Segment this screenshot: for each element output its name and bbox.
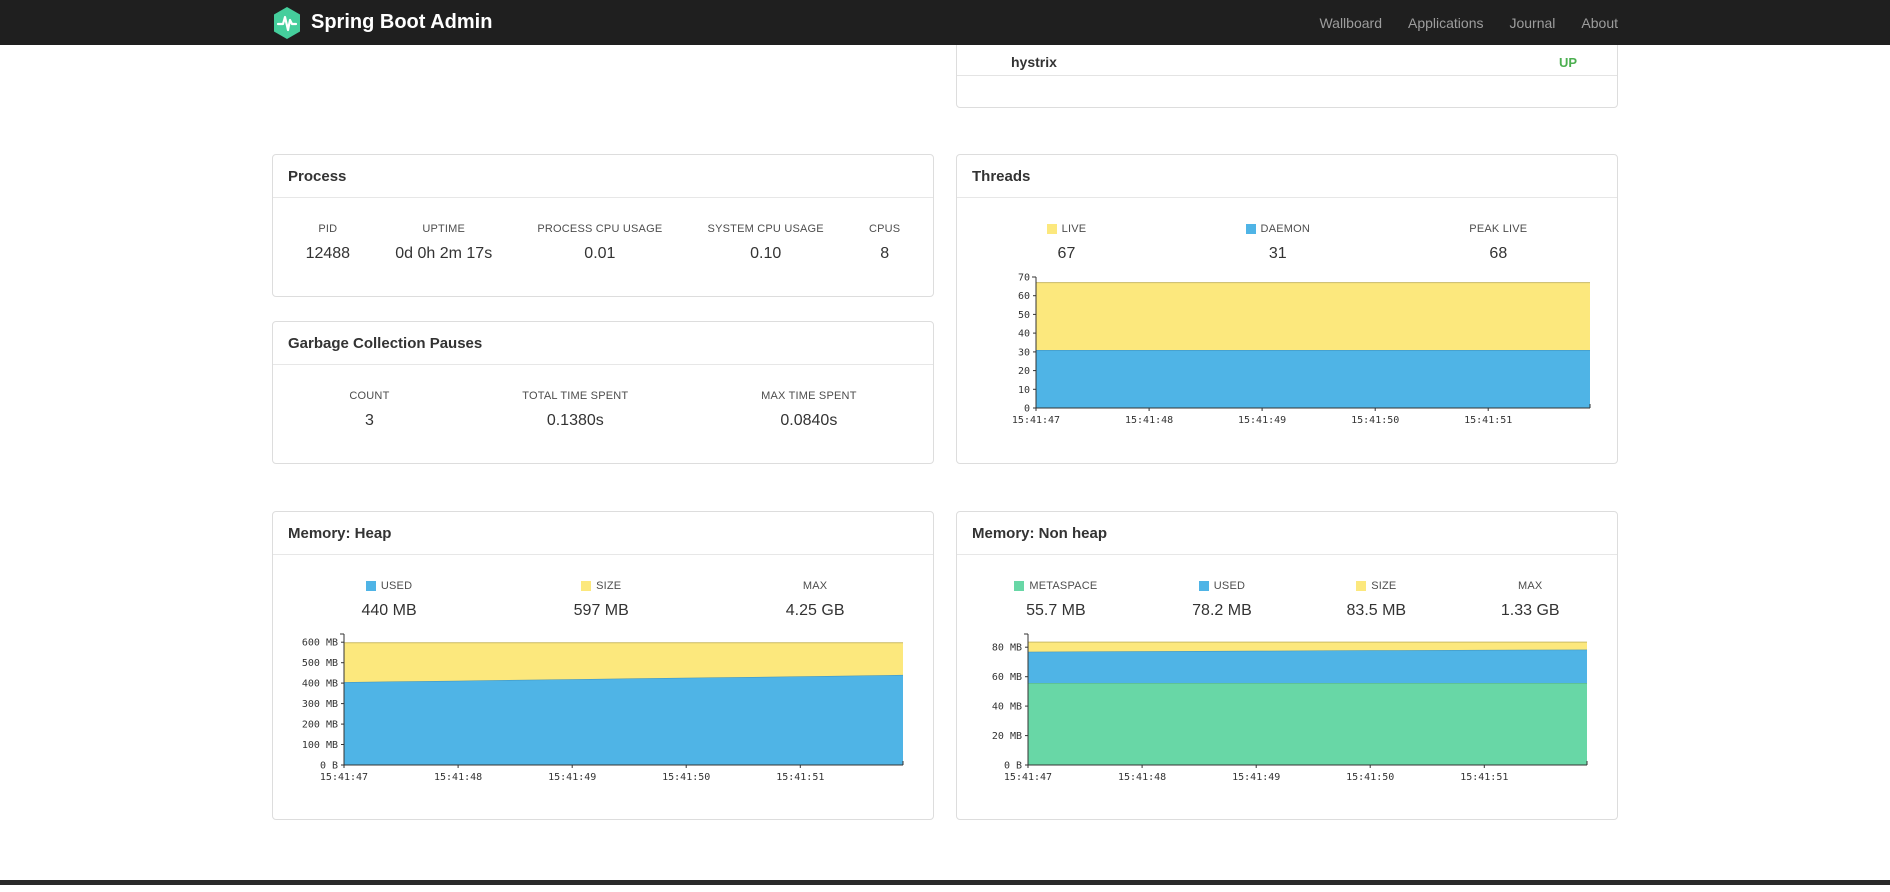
svg-text:500 MB: 500 MB: [302, 658, 338, 669]
gc-panel: Garbage Collection Pauses COUNT 3 TOTAL …: [272, 321, 934, 464]
left-column-row1: Process PID 12488 UPTIME 0d 0h 2m 17s PR…: [272, 154, 934, 464]
memory-heap-chart: 0 B 100 MB 200 MB 300 MB 400 MB 500 MB 600 MB 1…: [273, 628, 933, 791]
svg-text:60 MB: 60 MB: [992, 672, 1022, 683]
health-item-name: hystrix: [1011, 54, 1057, 70]
main-content: hystrix UP Process PID 12488 UPTIME 0d 0…: [272, 0, 1618, 820]
stat-system-cpu-usage: SYSTEM CPU USAGE 0.10: [707, 223, 824, 262]
svg-text:100 MB: 100 MB: [302, 740, 338, 751]
memory-nonheap-panel-title: Memory: Non heap: [957, 512, 1617, 555]
svg-text:15:41:51: 15:41:51: [776, 772, 824, 783]
legend-swatch-size: [581, 581, 592, 591]
svg-text:15:41:48: 15:41:48: [434, 772, 482, 783]
svg-text:15:41:48: 15:41:48: [1125, 415, 1173, 426]
stat-total-time-spent: TOTAL TIME SPENT 0.1380s: [522, 390, 629, 429]
svg-text:60: 60: [1018, 291, 1030, 302]
threads-panel: Threads LIVE 67 DAEMON 31 PEAK LIVE 68 0…: [956, 154, 1618, 464]
stat-count: COUNT 3: [349, 390, 390, 429]
memory-nonheap-chart: 0 B 20 MB 40 MB 60 MB 80 MB 15:41:47 15:41:48 1…: [957, 628, 1617, 791]
nav-link-journal[interactable]: Journal: [1496, 15, 1568, 31]
stat-process-cpu-usage: PROCESS CPU USAGE 0.01: [537, 223, 663, 262]
stat-peak-live: PEAK LIVE 68: [1469, 223, 1528, 262]
navbar: Spring Boot Admin Wallboard Applications…: [0, 0, 1890, 45]
process-stats: PID 12488 UPTIME 0d 0h 2m 17s PROCESS CP…: [273, 198, 933, 263]
legend-swatch-daemon: [1245, 224, 1256, 234]
threads-panel-title: Threads: [957, 155, 1617, 198]
svg-text:300 MB: 300 MB: [302, 699, 338, 710]
stat-heap-max: MAX 4.25 GB: [785, 580, 845, 619]
svg-text:200 MB: 200 MB: [302, 720, 338, 731]
svg-text:50: 50: [1018, 310, 1030, 321]
spring-boot-admin-logo-icon: [272, 6, 302, 40]
legend-swatch-used: [365, 581, 376, 591]
stat-nonheap-max: MAX 1.33 GB: [1500, 580, 1560, 619]
svg-text:15:41:50: 15:41:50: [662, 772, 710, 783]
navbar-inner: Spring Boot Admin Wallboard Applications…: [272, 0, 1618, 45]
stat-nonheap-size: SIZE 83.5 MB: [1346, 580, 1407, 619]
svg-text:15:41:49: 15:41:49: [1238, 415, 1286, 426]
svg-text:80 MB: 80 MB: [992, 643, 1022, 654]
threads-chart: 0 10 20 30 40 50 60 70 15:41:47 15:41:48 15:41:49 1…: [957, 271, 1617, 434]
stat-heap-size: SIZE 597 MB: [573, 580, 629, 619]
nav-link-about[interactable]: About: [1568, 15, 1618, 31]
stat-uptime: UPTIME 0d 0h 2m 17s: [395, 223, 493, 262]
gc-panel-title: Garbage Collection Pauses: [273, 322, 933, 365]
nav-link-applications[interactable]: Applications: [1395, 15, 1497, 31]
memory-heap-panel: Memory: Heap USED 440 MB SIZE 597 MB MAX…: [272, 511, 934, 820]
svg-text:600 MB: 600 MB: [302, 638, 338, 649]
svg-text:400 MB: 400 MB: [302, 679, 338, 690]
health-status-badge: UP: [1558, 54, 1577, 70]
svg-text:15:41:51: 15:41:51: [1460, 772, 1508, 783]
stat-metaspace: METASPACE 55.7 MB: [1014, 580, 1097, 620]
legend-swatch-used: [1198, 581, 1209, 591]
panel-grid: hystrix UP Process PID 12488 UPTIME 0d 0…: [272, 0, 1618, 820]
stat-max-time-spent: MAX TIME SPENT 0.0840s: [761, 390, 857, 429]
legend-swatch-size: [1356, 581, 1367, 591]
memory-heap-panel-title: Memory: Heap: [273, 512, 933, 555]
svg-text:0: 0: [1024, 404, 1030, 415]
process-panel-title: Process: [273, 155, 933, 198]
svg-text:20 MB: 20 MB: [992, 731, 1022, 742]
legend-swatch-metaspace: [1014, 581, 1025, 591]
svg-text:15:41:50: 15:41:50: [1351, 415, 1399, 426]
window-bottom-edge: [0, 880, 1890, 885]
svg-text:30: 30: [1018, 347, 1030, 358]
nav-link-wallboard[interactable]: Wallboard: [1306, 15, 1395, 31]
navbar-brand[interactable]: Spring Boot Admin: [272, 6, 492, 40]
svg-text:15:41:51: 15:41:51: [1464, 415, 1512, 426]
svg-text:15:41:48: 15:41:48: [1118, 772, 1166, 783]
svg-text:10: 10: [1018, 385, 1030, 396]
svg-text:20: 20: [1018, 366, 1030, 377]
svg-text:15:41:47: 15:41:47: [1012, 415, 1060, 426]
memory-nonheap-panel: Memory: Non heap METASPACE 55.7 MB USED …: [956, 511, 1618, 820]
svg-text:15:41:49: 15:41:49: [548, 772, 596, 783]
svg-text:15:41:49: 15:41:49: [1232, 772, 1280, 783]
stat-heap-used: USED 440 MB: [361, 580, 417, 619]
stat-live: LIVE 67: [1046, 223, 1087, 263]
legend-swatch-live: [1046, 224, 1057, 234]
svg-text:0 B: 0 B: [320, 761, 338, 772]
stat-daemon: DAEMON 31: [1245, 223, 1310, 263]
memory-heap-legend: USED 440 MB SIZE 597 MB MAX 4.25 GB: [273, 555, 933, 620]
stat-nonheap-used: USED 78.2 MB: [1192, 580, 1252, 619]
memory-nonheap-legend: METASPACE 55.7 MB USED 78.2 MB SIZE 83.5…: [957, 555, 1617, 620]
svg-text:15:41:47: 15:41:47: [320, 772, 368, 783]
nav-links: Wallboard Applications Journal About: [1306, 15, 1618, 31]
threads-legend: LIVE 67 DAEMON 31 PEAK LIVE 68: [957, 198, 1617, 263]
stat-pid: PID 12488: [305, 223, 351, 262]
svg-text:70: 70: [1018, 273, 1030, 284]
svg-text:40 MB: 40 MB: [992, 702, 1022, 713]
svg-text:15:41:50: 15:41:50: [1346, 772, 1394, 783]
svg-text:15:41:47: 15:41:47: [1004, 772, 1052, 783]
brand-title: Spring Boot Admin: [311, 11, 493, 33]
gc-stats: COUNT 3 TOTAL TIME SPENT 0.1380s MAX TIM…: [273, 365, 933, 430]
process-panel: Process PID 12488 UPTIME 0d 0h 2m 17s PR…: [272, 154, 934, 297]
health-item-hystrix: hystrix UP: [957, 49, 1617, 76]
svg-text:0 B: 0 B: [1004, 761, 1022, 772]
stat-cpus: CPUS 8: [868, 223, 901, 262]
svg-text:40: 40: [1018, 329, 1030, 340]
